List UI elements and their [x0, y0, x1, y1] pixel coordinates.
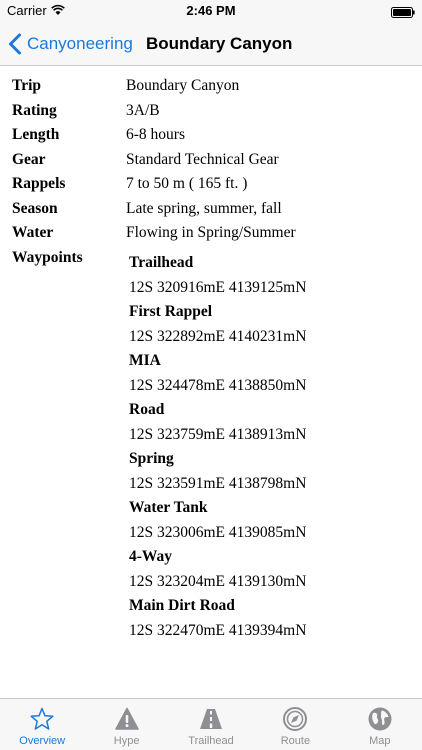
detail-row-rating: Rating 3A/B [12, 91, 412, 119]
clock: 2:46 PM [186, 3, 236, 18]
tab-route[interactable]: Route [253, 699, 337, 750]
waypoint-name: Spring [129, 450, 174, 467]
tab-hype[interactable]: Hype [84, 699, 168, 750]
waypoint-coordinates: 12S 323006mE 4139085mN [129, 523, 307, 541]
waypoint-coordinates: 12S 323591mE 4138798mN [129, 474, 307, 492]
waypoint-coordinates: 12S 322892mE 4140231mN [129, 327, 307, 345]
detail-row-water: Water Flowing in Spring/Summer [12, 213, 412, 241]
tab-overview[interactable]: Overview [0, 699, 84, 750]
globe-icon [368, 707, 392, 731]
tab-trailhead[interactable]: Trailhead [169, 699, 253, 750]
waypoint-name: First Rappel [129, 303, 213, 320]
compass-icon [283, 707, 308, 731]
warning-icon [114, 707, 139, 730]
tab-bar: Overview Hype Trailhead Route Map [0, 698, 422, 750]
battery-icon [391, 6, 415, 18]
tab-label: Map [369, 735, 391, 747]
waypoint-name: 4-Way [129, 548, 173, 565]
detail-row-rappels: Rappels 7 to 50 m ( 165 ft. ) [12, 164, 412, 192]
status-bar: Carrier 2:46 PM [0, 0, 422, 22]
waypoint-coordinates: 12S 323204mE 4139130mN [129, 572, 307, 590]
chevron-left-icon [9, 33, 21, 55]
waypoint-name: MIA [129, 352, 161, 369]
waypoint-name: Road [129, 401, 165, 418]
waypoint-name: Main Dirt Road [129, 597, 235, 614]
detail-label: Water [12, 224, 54, 241]
detail-row-trip: Trip Boundary Canyon [12, 66, 412, 94]
back-button-label: Canyoneering [27, 34, 133, 53]
page-title: Boundary Canyon [146, 34, 293, 53]
detail-value: Flowing in Spring/Summer [126, 224, 296, 241]
waypoint-coordinates: 12S 320916mE 4139125mN [129, 278, 307, 296]
detail-row-length: Length 6-8 hours [12, 115, 412, 143]
tab-label: Route [280, 735, 311, 747]
detail-row-season: Season Late spring, summer, fall [12, 189, 412, 217]
road-icon [200, 709, 223, 729]
waypoint-coordinates: 12S 322470mE 4139394mN [129, 621, 307, 639]
waypoints-label: Waypoints [12, 249, 83, 266]
detail-row-gear: Gear Standard Technical Gear [12, 140, 412, 168]
tab-map[interactable]: Map [338, 699, 422, 750]
tab-label: Hype [113, 735, 140, 747]
waypoint-name: Water Tank [129, 499, 208, 516]
waypoint-coordinates: 12S 323759mE 4138913mN [129, 425, 307, 443]
waypoint-name: Trailhead [129, 254, 194, 271]
back-button[interactable]: Canyoneering [8, 22, 133, 66]
tab-label: Overview [19, 735, 66, 747]
waypoint-coordinates: 12S 324478mE 4138850mN [129, 376, 307, 394]
waypoint-list: Trailhead 12S 320916mE 4139125mN First R… [129, 253, 306, 645]
navigation-bar: Canyoneering Boundary Canyon [0, 22, 422, 66]
star-icon [30, 707, 54, 730]
overview-content: Trip Boundary Canyon Rating 3A/B Length … [0, 66, 422, 698]
tab-label: Trailhead [188, 735, 234, 747]
